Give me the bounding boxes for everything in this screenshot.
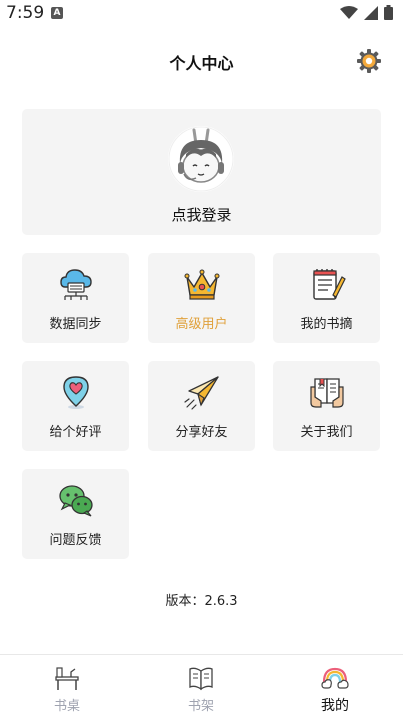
status-icons bbox=[340, 5, 393, 20]
tab-bookshelf[interactable]: 书架 bbox=[134, 655, 268, 719]
page-title: 个人中心 bbox=[169, 54, 234, 73]
tile-my-excerpts[interactable]: 我的书摘 bbox=[273, 253, 380, 343]
rainbow-cloud-icon bbox=[321, 667, 349, 689]
notification-badge: A bbox=[51, 7, 63, 19]
tile-label: 问题反馈 bbox=[49, 533, 102, 548]
tab-mine[interactable]: 我的 bbox=[268, 655, 402, 719]
status-time: 7:59 bbox=[6, 3, 45, 23]
cloud-sync-icon bbox=[60, 269, 92, 300]
crown-icon bbox=[184, 269, 220, 300]
avatar[interactable] bbox=[168, 126, 234, 192]
login-card[interactable]: 点我登录 bbox=[22, 109, 381, 235]
book-hands-icon bbox=[310, 378, 344, 408]
paper-plane-icon bbox=[184, 376, 219, 410]
tile-label: 高级用户 bbox=[175, 317, 228, 332]
heart-pin-icon bbox=[63, 376, 89, 409]
book-icon bbox=[189, 667, 213, 691]
tile-rate-us[interactable]: 给个好评 bbox=[22, 361, 129, 451]
bottom-tab-bar: 书桌 书架 我的 bbox=[0, 654, 403, 719]
tile-about-us[interactable]: 关于我们 bbox=[273, 361, 380, 451]
tile-label: 我的书摘 bbox=[300, 317, 353, 332]
login-label: 点我登录 bbox=[171, 206, 232, 224]
tile-data-sync[interactable]: 数据同步 bbox=[22, 253, 129, 343]
signal-icon bbox=[364, 5, 378, 20]
avatar-icon bbox=[168, 126, 234, 192]
tile-label: 数据同步 bbox=[49, 317, 102, 332]
tab-desk[interactable]: 书桌 bbox=[0, 655, 134, 719]
tile-label: 分享好友 bbox=[175, 425, 228, 440]
battery-icon bbox=[384, 5, 393, 20]
tab-label: 我的 bbox=[321, 698, 349, 714]
tab-label: 书架 bbox=[187, 699, 214, 714]
desk-icon bbox=[55, 667, 79, 690]
tile-feedback[interactable]: 问题反馈 bbox=[22, 469, 129, 559]
notebook-pencil-icon bbox=[313, 269, 346, 300]
status-bar: 7:59 A bbox=[0, 0, 403, 28]
gear-icon[interactable] bbox=[356, 48, 382, 74]
tile-premium-user[interactable]: 高级用户 bbox=[148, 253, 255, 343]
wifi-icon bbox=[340, 5, 358, 19]
tile-share-friends[interactable]: 分享好友 bbox=[148, 361, 255, 451]
tile-label: 给个好评 bbox=[49, 425, 102, 440]
chat-bubbles-icon bbox=[59, 485, 93, 517]
tab-label: 书桌 bbox=[53, 699, 80, 714]
version-text: 版本：2.6.3 bbox=[165, 594, 238, 609]
tile-label: 关于我们 bbox=[300, 425, 353, 440]
